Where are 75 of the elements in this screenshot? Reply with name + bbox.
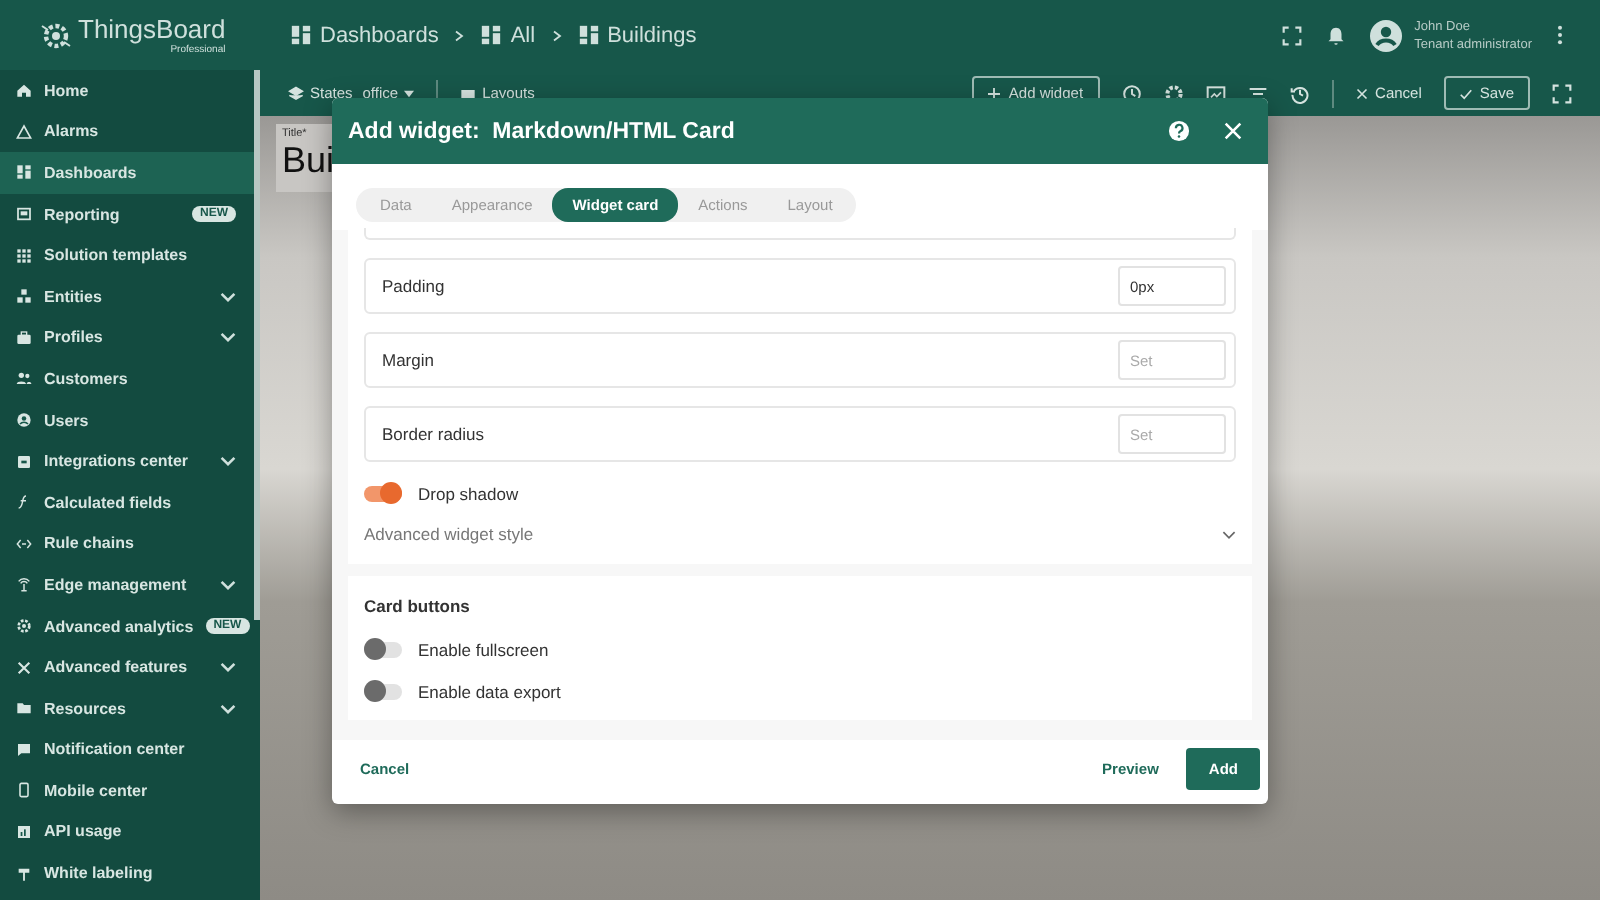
home-icon (16, 82, 32, 99)
toggle-label: Enable fullscreen (418, 639, 549, 659)
help-icon[interactable] (1168, 120, 1190, 142)
toggle-switch[interactable] (364, 485, 402, 501)
scrollbar[interactable] (254, 70, 260, 620)
chevron-right-icon (454, 29, 465, 41)
chevron-right-icon (551, 29, 562, 41)
sidebar-item[interactable]: Advanced features (0, 646, 260, 688)
sidebar-item[interactable]: Integrations center (0, 440, 260, 482)
toggle-label: Drop shadow (418, 483, 519, 503)
phone-icon (16, 782, 32, 799)
sidebar-item[interactable]: Calculated fields (0, 481, 260, 524)
code-icon (16, 535, 32, 552)
fullscreen-icon[interactable] (1552, 83, 1572, 103)
grid-icon (577, 24, 600, 46)
avatar-icon[interactable] (1370, 19, 1403, 51)
folder-icon (16, 700, 32, 717)
sidebar-item[interactable]: Resources (0, 687, 260, 729)
antenna-icon (16, 576, 32, 593)
field-label: Margin (382, 350, 436, 370)
sidebar-item[interactable]: Customers (0, 358, 260, 400)
function-icon (16, 494, 32, 511)
sidebar-item[interactable]: Solution templates (0, 234, 260, 276)
fullscreen-icon[interactable] (1282, 25, 1303, 45)
title-text: Bui (282, 140, 335, 180)
report-icon (16, 206, 32, 223)
sidebar-item[interactable]: API usage (0, 811, 260, 853)
sidebar-item[interactable]: Dashboards (0, 152, 260, 194)
message-icon (16, 741, 32, 758)
sidebar-item[interactable]: Notification center (0, 729, 260, 771)
field-label: Border radius (382, 424, 487, 444)
sidebar-item[interactable]: Users (0, 399, 260, 441)
breadcrumb-link[interactable]: Dashboards (290, 23, 439, 47)
sidebar-item[interactable]: Entities (0, 275, 260, 318)
clock-icon[interactable] (1121, 83, 1142, 103)
toggle-label: Enable data export (418, 681, 561, 701)
sidebar-item[interactable]: Edge management (0, 564, 260, 606)
close-icon[interactable] (1222, 120, 1244, 142)
close-icon (1355, 87, 1368, 99)
breadcrumb-link[interactable]: Buildings (577, 23, 697, 47)
gear-icon (16, 618, 32, 635)
bell-icon[interactable] (1326, 25, 1347, 45)
sidebar-item[interactable]: Alarms (0, 111, 260, 153)
grid-icon (480, 24, 503, 46)
section-title: Card buttons (364, 596, 472, 616)
sidebar-item[interactable]: Profiles (0, 317, 260, 359)
image-icon[interactable] (1205, 83, 1226, 103)
plus-icon (988, 87, 1001, 99)
grid-icon (16, 164, 32, 181)
user-circle-icon (16, 412, 32, 429)
advanced-style-expander[interactable]: Advanced widget style (364, 524, 1236, 556)
briefcase-icon (16, 329, 32, 346)
breadcrumb-link[interactable]: All (480, 23, 536, 47)
history-icon[interactable] (1289, 83, 1310, 103)
settings-icon[interactable] (1163, 83, 1184, 103)
logo-text: ThingsBoard (78, 15, 226, 43)
field-label: Padding (382, 276, 447, 296)
sidebar-item[interactable]: Rule chains (0, 523, 260, 565)
warning-icon (16, 123, 32, 140)
gear-logo-icon (40, 19, 72, 51)
check-icon (1459, 87, 1472, 99)
dialog-title: Add widget: Markdown/HTML Card (348, 119, 737, 143)
layers-icon (288, 85, 304, 101)
box-icon (16, 453, 32, 470)
more-icon[interactable] (1556, 24, 1564, 46)
hierarchy-icon (16, 288, 32, 305)
sidebar-item[interactable]: Home (0, 70, 260, 112)
people-icon (16, 370, 32, 387)
sidebar-item[interactable]: White labeling (0, 852, 260, 894)
grid-icon (290, 24, 312, 46)
chart-icon (16, 823, 32, 840)
dots-grid-icon (16, 247, 32, 264)
sidebar-item[interactable]: Mobile center (0, 770, 260, 812)
toggle-switch[interactable] (364, 683, 402, 699)
toggle-switch[interactable] (364, 641, 402, 657)
